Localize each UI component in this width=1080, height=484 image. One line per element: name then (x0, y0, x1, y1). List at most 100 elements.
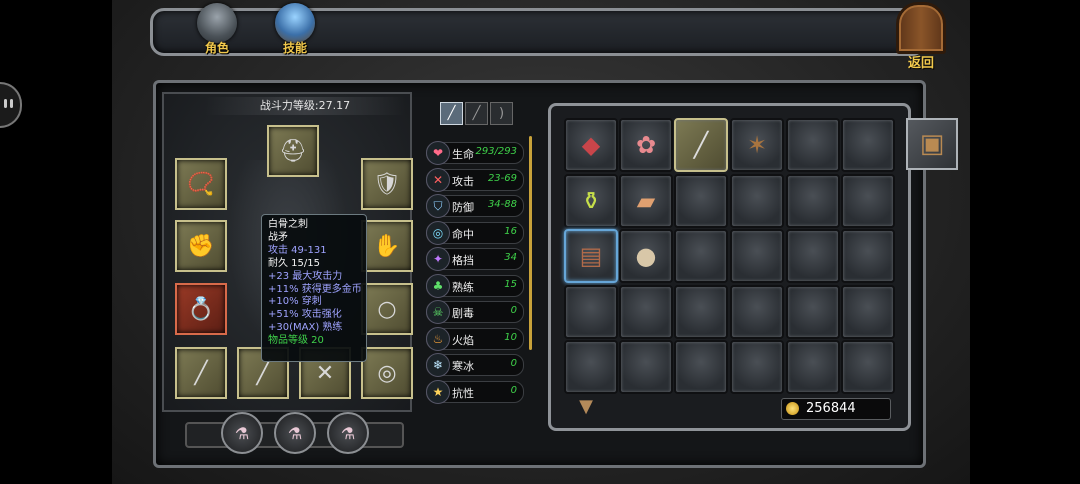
stat-name: 防御 (452, 201, 474, 214)
equip-slot-weapon[interactable]: ╱ (175, 347, 227, 399)
item-durability: 耐久 15/15 (268, 257, 320, 269)
stat-value: 34 (504, 252, 517, 263)
inventory-slot[interactable] (841, 118, 895, 172)
equip-slot-helmet[interactable]: ⛑ (267, 125, 319, 177)
item-name: 白骨之刺 (268, 219, 308, 230)
inventory-slot[interactable] (730, 340, 784, 394)
item-type: 战矛 (268, 231, 288, 243)
equip-slot-ring[interactable]: 💍 (175, 283, 227, 335)
potion-slot-2[interactable]: ⚗ (274, 412, 316, 454)
equip-slot-necklace[interactable]: 📿 (175, 158, 227, 210)
item-mod: +11% 获得更多金币 (268, 283, 362, 295)
stat-name: 生命 (452, 148, 474, 161)
stat-name: 剧毒 (452, 307, 474, 320)
inventory-slot[interactable] (841, 340, 895, 394)
return-button[interactable]: 返回 (893, 2, 949, 71)
inventory-slot[interactable]: ▰ (619, 174, 673, 228)
stat-name: 命中 (452, 228, 474, 241)
tab-skills[interactable]: 技能 (268, 3, 322, 61)
backpack-icon: ▣ (919, 129, 945, 159)
equip-slot-ring2[interactable]: ○ (361, 283, 413, 335)
potion-slot-3[interactable]: ⚗ (327, 412, 369, 454)
helmet-icon: ⛑ (279, 138, 307, 164)
inventory-slot[interactable] (841, 229, 895, 283)
stat-row: ★ 抗性 0 (426, 380, 524, 404)
trash-bucket-icon[interactable]: ▼ (574, 396, 598, 418)
inventory-slot[interactable] (786, 229, 840, 283)
stat-row: ◎ 命中 16 (426, 221, 524, 245)
equip-slot-armor[interactable]: 🛡 (361, 158, 413, 210)
armor-icon: 🛡 (373, 171, 401, 197)
potion-icon: ⚗ (287, 423, 303, 443)
inventory-slot[interactable]: ● (619, 229, 673, 283)
stats-scrollbar[interactable] (529, 136, 532, 350)
spear-filter-icon[interactable]: ╱ (465, 102, 488, 125)
scroll-icon: ▤ (579, 242, 603, 270)
equip-slot-shield[interactable]: ◎ (361, 347, 413, 399)
inventory-slot[interactable]: ◆ (564, 118, 618, 172)
stat-value: 293/293 (475, 146, 517, 157)
stat-value: 10 (504, 332, 517, 343)
item-mod: +23 最大攻击力 (268, 270, 343, 282)
side-menu-button[interactable] (0, 82, 22, 128)
tab-character[interactable]: 角色 (190, 3, 244, 61)
inventory-slot[interactable]: ✿ (619, 118, 673, 172)
inventory-slot[interactable] (841, 285, 895, 339)
stat-value: 23-69 (487, 173, 517, 184)
stat-name: 火焰 (452, 334, 474, 347)
inventory-slot[interactable] (674, 229, 728, 283)
inventory-slot[interactable]: ⚱ (564, 174, 618, 228)
crossed-swords-icon: ✕ (426, 168, 450, 192)
inventory-slot[interactable] (786, 118, 840, 172)
inventory-slot[interactable] (674, 285, 728, 339)
item-mod: +10% 穿刺 (268, 296, 322, 308)
inventory-slot[interactable] (564, 340, 618, 394)
fire-icon: ♨ (426, 327, 450, 351)
sword-filter-icon[interactable]: ╱ (440, 102, 463, 125)
equip-slot-gloves[interactable]: ✊ (175, 220, 227, 272)
star-icon: ★ (426, 380, 450, 404)
inventory-slot[interactable]: ╱ (674, 118, 728, 172)
inventory-slot[interactable] (619, 340, 673, 394)
heart-icon: ❤ (426, 141, 450, 165)
inventory-slot[interactable] (786, 340, 840, 394)
spellbook-icon (275, 3, 315, 43)
stat-row: ❄ 寒冰 0 (426, 353, 524, 377)
stat-name: 抗性 (452, 387, 474, 400)
inventory-slot[interactable] (786, 285, 840, 339)
potion-icon: ⚗ (234, 423, 250, 443)
stat-row: ✕ 攻击 23-69 (426, 168, 524, 192)
gold-amount: 256844 (806, 401, 856, 416)
stat-value: 0 (510, 385, 517, 396)
inventory-slot[interactable]: ✶ (730, 118, 784, 172)
item-attack: 攻击 49-131 (268, 244, 327, 256)
inventory-slot[interactable] (730, 285, 784, 339)
return-label: 返回 (907, 56, 934, 71)
shield-icon: ◎ (377, 360, 397, 386)
inventory-slot[interactable] (564, 285, 618, 339)
skull-icon: ☠ (426, 300, 450, 324)
inventory-slot[interactable] (841, 174, 895, 228)
item-mod: +51% 攻击强化 (268, 309, 342, 321)
bow-filter-icon[interactable]: ) (490, 102, 513, 125)
inventory-slot[interactable] (730, 229, 784, 283)
gauntlet-icon: ✊ (187, 233, 215, 259)
inventory-slot[interactable] (786, 174, 840, 228)
stat-value: 34-88 (487, 199, 517, 210)
knight-helmet-icon (197, 3, 237, 43)
shield-icon: ⛉ (426, 194, 450, 218)
item-level: 物品等级 20 (268, 335, 324, 347)
inventory-slot[interactable] (674, 340, 728, 394)
door-icon (896, 2, 946, 54)
bag-button[interactable]: ▣ (906, 118, 958, 170)
stats-list[interactable]: ❤ 生命 293/293 ✕ 攻击 23-69 ⛉ 防御 34-88 ◎ 命中 … (422, 136, 524, 414)
equip-slot-bracers[interactable]: ✋ (361, 220, 413, 272)
bracer-icon: ✋ (373, 233, 401, 259)
inventory-slot[interactable]: ▤ (564, 229, 618, 283)
top-bar (150, 8, 926, 56)
potion-slot-1[interactable]: ⚗ (221, 412, 263, 454)
inventory-slot[interactable] (730, 174, 784, 228)
inventory-slot[interactable] (619, 285, 673, 339)
stat-row: ♨ 火焰 10 (426, 327, 524, 351)
inventory-slot[interactable] (674, 174, 728, 228)
